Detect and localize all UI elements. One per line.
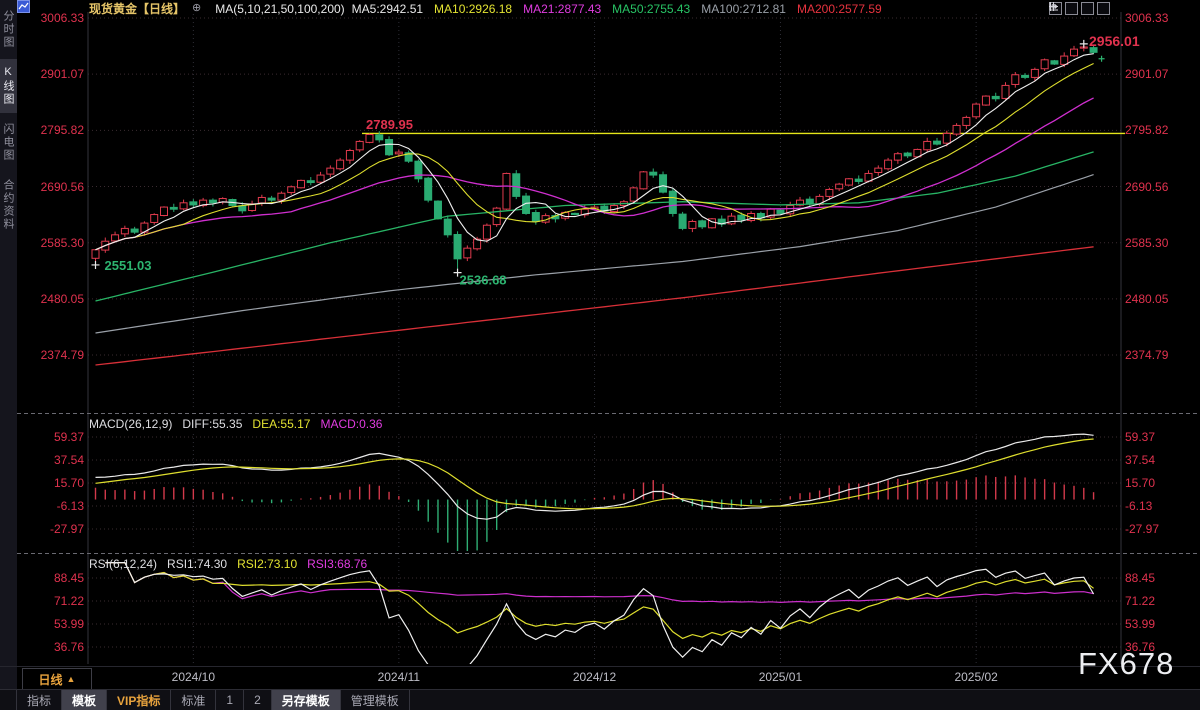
price-axis-label: 2690.56 [28, 180, 84, 194]
toolbar-tab-1[interactable]: 1 [216, 690, 244, 710]
settings-circle-icon[interactable]: ⊕ [192, 3, 201, 14]
macd-axis-label: -27.97 [28, 522, 84, 536]
pan-right-icon[interactable] [1097, 2, 1110, 15]
ma-params-label: MA(5,10,21,50,100,200) [215, 2, 344, 16]
macd-axis-label: 59.37 [28, 430, 84, 444]
chart-app: 2789.95 2551.03 2536.68 2956.01 分时图 K线图闪电图合约… [0, 0, 1200, 710]
sidebar-tab-contract-info[interactable]: 合约资料 [0, 172, 17, 238]
ma-value-5: MA200:2577.59 [797, 2, 882, 16]
rsi2-value: RSI2:73.10 [237, 557, 297, 571]
rsi-axis-label: 36.76 [28, 640, 84, 654]
instrument-title[interactable]: 现货黄金【日线】 [89, 0, 185, 17]
toolbar-tab-indicators[interactable]: 指标 [16, 690, 62, 710]
month-label: 2024/12 [560, 670, 630, 684]
rsi-axis-label: 53.99 [1125, 617, 1185, 631]
ma-value-0: MA5:2942.51 [352, 2, 423, 16]
sidebar-tab-time-chart[interactable]: 分时图 [0, 3, 17, 56]
price-axis-label: 2585.30 [1125, 236, 1185, 250]
scale-x-axis-icon[interactable] [1081, 2, 1094, 15]
macd-axis-label: -6.13 [28, 499, 84, 513]
rsi3-value: RSI3:68.76 [307, 557, 367, 571]
sidebar-tab-kline-chart[interactable]: K线图 [0, 59, 17, 113]
rsi-title: RSI(6,12,24) [89, 557, 157, 571]
macd-axis-label: 37.54 [28, 453, 84, 467]
period-label: 日线 [39, 671, 63, 688]
rsi-axis-label: 71.22 [1125, 594, 1185, 608]
ma-value-1: MA10:2926.18 [434, 2, 512, 16]
month-label: 2024/11 [364, 670, 434, 684]
bottom-toolbar: 指标模板VIP指标标准12另存模板管理模板 [0, 689, 1200, 710]
toolbar-tab-template[interactable]: 模板 [62, 690, 107, 710]
ma-value-3: MA50:2755.43 [612, 2, 690, 16]
toolbar-tab-vip-indicators[interactable]: VIP指标 [107, 690, 171, 710]
rsi1-value: RSI1:74.30 [167, 557, 227, 571]
macd-diff-value: DIFF:55.35 [182, 417, 242, 431]
x-axis-strip: 日线 ▲ 2024/10 2024/11 2024/12 2025/01 2025/02 [0, 666, 1200, 690]
macd-dea-value: DEA:55.17 [252, 417, 310, 431]
fx678-watermark: FX678 [1078, 646, 1174, 682]
price-axis-label: 2795.82 [28, 123, 84, 137]
price-axis-label: 2480.05 [28, 292, 84, 306]
ma-value-4: MA100:2712.81 [701, 2, 786, 16]
period-arrow-icon: ▲ [67, 674, 76, 684]
rsi-axis-label: 71.22 [28, 594, 84, 608]
macd-axis-label: 37.54 [1125, 453, 1185, 467]
header: 现货黄金【日线】 ⊕ MA(5,10,21,50,100,200) MA5:29… [17, 0, 1200, 17]
price-axis-label: 2901.07 [28, 67, 84, 81]
resistance-price-label: 2789.95 [366, 117, 413, 132]
price-axis-label: 2480.05 [1125, 292, 1185, 306]
scale-y-axis-icon[interactable] [1065, 2, 1078, 15]
toolbar-tab-standard[interactable]: 标准 [171, 690, 216, 710]
sidebar-tab-lightning-chart[interactable]: 闪电图 [0, 116, 17, 169]
recent-high-label: 2956.01 [1089, 33, 1140, 49]
price-axis-label: 2795.82 [1125, 123, 1185, 137]
ma-value-2: MA21:2877.43 [523, 2, 601, 16]
toolbar-tab-manage-template[interactable]: 管理模板 [341, 690, 410, 710]
toolbar-tab-2[interactable]: 2 [244, 690, 272, 710]
month-label: 2025/01 [745, 670, 815, 684]
rsi-axis-label: 88.45 [1125, 571, 1185, 585]
macd-value: MACD:0.36 [320, 417, 382, 431]
macd-axis-label: 15.70 [28, 476, 84, 490]
macd-axis-label: 15.70 [1125, 476, 1185, 490]
period-selector[interactable]: 日线 ▲ [22, 668, 92, 690]
macd-axis-label: -27.97 [1125, 522, 1185, 536]
price-axis-label: 2901.07 [1125, 67, 1185, 81]
macd-title: MACD(26,12,9) [89, 417, 172, 431]
chart-type-rail: 分时图 K线图闪电图合约资料 [0, 0, 17, 689]
swing-low-label: 2551.03 [105, 258, 152, 273]
rsi-axis-label: 88.45 [28, 571, 84, 585]
rsi-header: RSI(6,12,24) RSI1:74.30 RSI2:73.10 RSI3:68.… [89, 557, 377, 572]
price-axis-label: 2585.30 [28, 236, 84, 250]
ma-values-row: MA5:2942.51 MA10:2926.18 MA21:2877.43 MA50:… [352, 2, 882, 16]
month-label: 2025/02 [941, 670, 1011, 684]
macd-axis-label: -6.13 [1125, 499, 1185, 513]
price-axis-label: 2690.56 [1125, 180, 1185, 194]
price-axis-label: 2374.79 [28, 348, 84, 362]
crash-low-label: 2536.68 [460, 273, 507, 288]
macd-axis-label: 59.37 [1125, 430, 1185, 444]
toolbar-tab-save-template[interactable]: 另存模板 [272, 690, 341, 710]
chart-tools [1049, 2, 1110, 15]
month-label: 2024/10 [158, 670, 228, 684]
price-axis-label: 2374.79 [1125, 348, 1185, 362]
price-chart-canvas[interactable]: 2789.95 2551.03 2536.68 2956.01 [0, 0, 1200, 690]
rsi-axis-label: 53.99 [28, 617, 84, 631]
macd-header: MACD(26,12,9) DIFF:55.35 DEA:55.17 MACD:0.3… [89, 417, 392, 432]
